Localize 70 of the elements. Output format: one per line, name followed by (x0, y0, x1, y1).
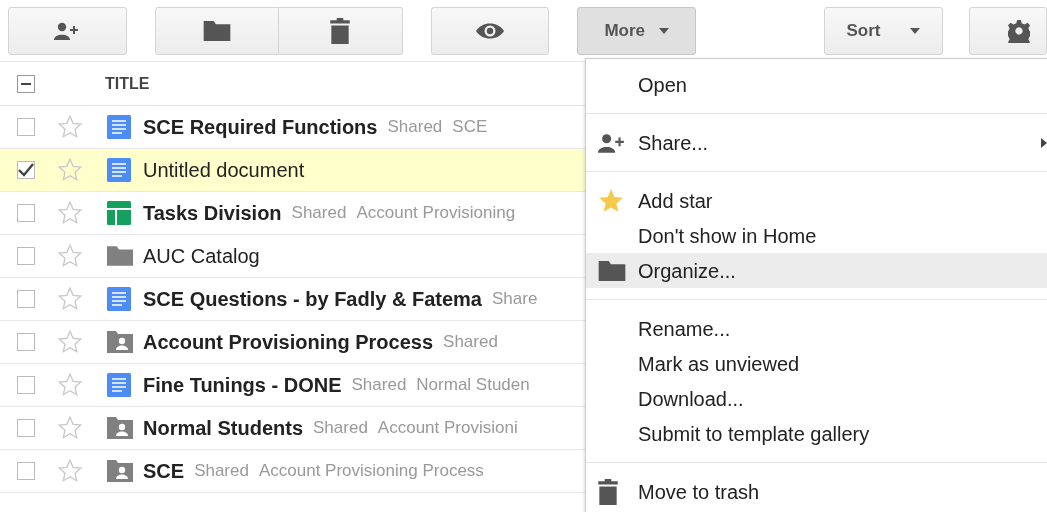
star-icon[interactable] (57, 415, 83, 441)
row-checkbox[interactable] (17, 247, 35, 265)
document-icon (107, 115, 131, 139)
preview-button[interactable] (430, 6, 550, 55)
star-icon[interactable] (57, 372, 83, 398)
file-name[interactable]: AUC Catalog (143, 241, 260, 271)
folder-icon (598, 260, 626, 281)
file-name[interactable]: SCE Required Functions (143, 112, 378, 142)
row-checkbox[interactable] (17, 290, 35, 308)
file-label: Share (491, 288, 538, 311)
file-label: Shared (351, 374, 407, 397)
menu-item[interactable]: Open (586, 67, 1047, 102)
move-to-folder-button[interactable] (154, 6, 279, 55)
add-person-icon (54, 21, 81, 40)
star-icon[interactable] (57, 200, 83, 226)
select-all-checkbox[interactable] (17, 74, 35, 93)
caret-icon (910, 27, 921, 34)
star-icon[interactable] (57, 286, 83, 312)
row-checkbox[interactable] (17, 419, 35, 437)
document-icon (107, 287, 131, 311)
row-checkbox[interactable] (17, 333, 35, 351)
file-label: Shared (443, 331, 498, 354)
file-name[interactable]: SCE Questions - by Fadly & Fatema (143, 284, 482, 314)
file-label: Shared (291, 202, 347, 225)
menu-item[interactable]: Organize... (586, 253, 1047, 288)
star-icon (598, 187, 624, 214)
title-column-header[interactable]: TITLE (105, 71, 150, 96)
document-icon (107, 373, 131, 397)
spreadsheet-icon (107, 201, 131, 225)
file-name[interactable]: Fine Tunings - DONE (143, 370, 342, 400)
star-icon[interactable] (57, 243, 83, 269)
delete-button[interactable] (278, 6, 403, 55)
file-label: Account Provisioning (356, 202, 516, 225)
trash-icon (330, 17, 351, 44)
file-label: Shared (313, 417, 368, 440)
row-checkbox[interactable] (17, 204, 35, 222)
sort-button[interactable]: Sort (824, 6, 943, 55)
file-label: SCE (452, 116, 488, 139)
caret-icon (659, 27, 670, 34)
file-label: Normal Studen (416, 374, 530, 397)
row-checkbox[interactable] (17, 118, 35, 136)
add-person-icon (598, 132, 626, 153)
file-name[interactable]: Tasks Division (143, 198, 282, 228)
star-icon[interactable] (57, 157, 83, 183)
share-button[interactable] (8, 6, 127, 55)
row-checkbox[interactable] (17, 376, 35, 394)
file-name[interactable]: SCE (143, 456, 185, 486)
row-checkbox[interactable] (17, 161, 35, 179)
trash-icon (598, 478, 618, 505)
file-name[interactable]: Untitled document (143, 155, 305, 185)
shared-folder-icon (107, 417, 133, 439)
file-label: Account Provisioni (377, 417, 518, 440)
file-name[interactable]: Account Provisioning Process (143, 327, 434, 357)
shared-folder-icon (107, 331, 133, 353)
row-checkbox[interactable] (17, 462, 35, 480)
star-icon[interactable] (57, 114, 83, 140)
folder-icon (107, 246, 133, 266)
document-icon (107, 158, 131, 182)
settings-button[interactable] (968, 6, 1047, 55)
file-name[interactable]: Normal Students (143, 413, 304, 443)
star-icon[interactable] (57, 458, 83, 484)
more-button[interactable]: More (577, 6, 697, 55)
file-label: Account Provisioning Process (258, 460, 484, 483)
folder-icon (202, 20, 231, 41)
settings-icon (1007, 18, 1030, 43)
file-label: Shared (194, 460, 249, 483)
star-icon[interactable] (57, 329, 83, 355)
checkmark-icon (18, 163, 34, 177)
file-label: Shared (387, 116, 443, 139)
shared-folder-icon (107, 460, 133, 482)
